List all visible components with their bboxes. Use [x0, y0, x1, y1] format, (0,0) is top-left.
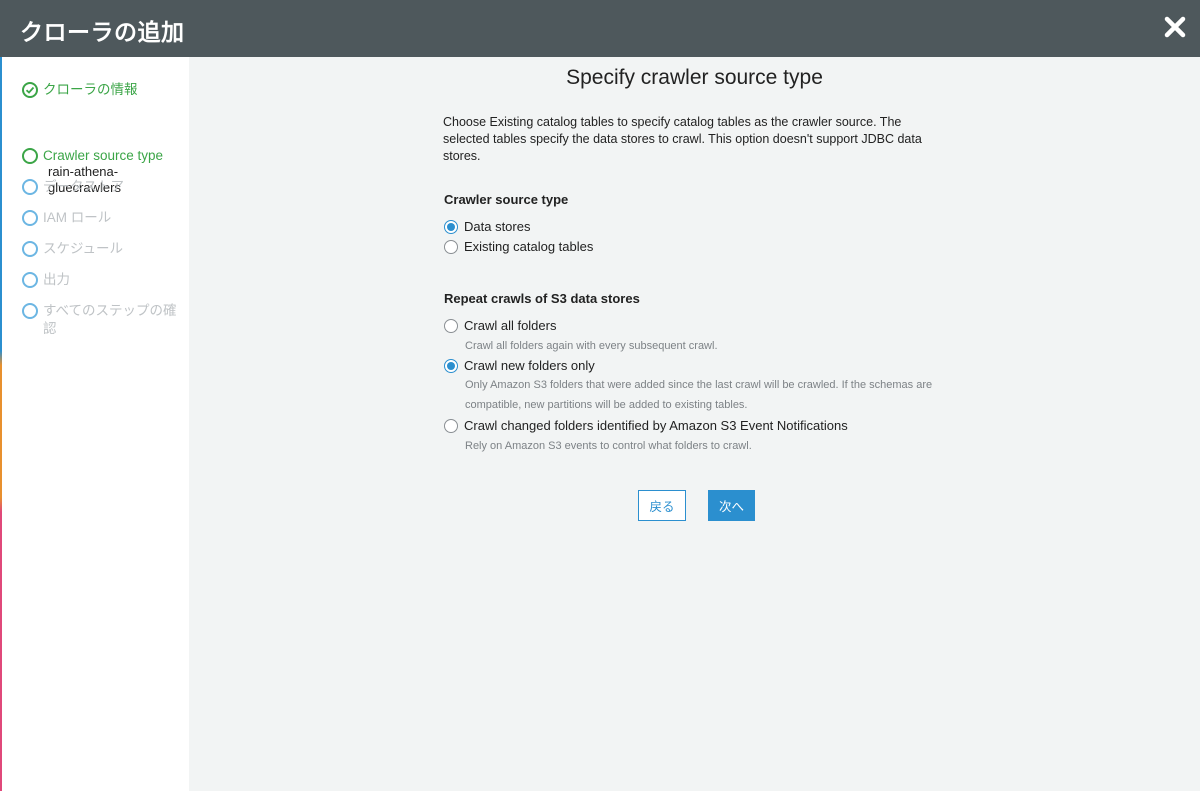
check-circle-icon — [22, 82, 38, 98]
step-circle-icon — [22, 179, 38, 195]
radio-label: Crawl all folders — [464, 318, 557, 333]
radio-button-checked[interactable] — [444, 219, 458, 234]
step-data-store: データストア — [22, 178, 124, 196]
step-circle-icon — [22, 303, 38, 319]
radio-existing-catalog-tables[interactable]: Existing catalog tables — [444, 239, 593, 254]
step-circle-icon — [22, 148, 38, 164]
radio-data-stores[interactable]: Data stores — [444, 219, 530, 234]
wizard-sidebar: クローラの情報 rain-athena-gluecrawlers Crawler… — [2, 57, 189, 791]
step-circle-icon — [22, 210, 38, 226]
radio-label: Data stores — [464, 219, 531, 234]
step-crawler-source-type[interactable]: Crawler source type — [22, 147, 163, 165]
radio-crawl-all-folders[interactable]: Crawl all folders — [444, 318, 556, 333]
step-label: スケジュール — [43, 241, 124, 256]
radio-crawl-changed-folders[interactable]: Crawl changed folders identified by Amaz… — [444, 418, 848, 433]
radio-button-checked[interactable] — [444, 358, 458, 373]
close-icon[interactable] — [1164, 14, 1186, 40]
radio-crawl-new-folders-only[interactable]: Crawl new folders only — [444, 358, 595, 373]
step-label: クローラの情報 — [43, 82, 138, 97]
step-label: Crawler source type — [43, 148, 164, 163]
radio-button[interactable] — [444, 418, 458, 433]
radio-label: Crawl changed folders identified by Amaz… — [464, 418, 848, 433]
radio-button[interactable] — [444, 318, 458, 333]
step-circle-icon — [22, 241, 38, 257]
source-type-heading: Crawler source type — [444, 192, 569, 207]
step-crawler-info[interactable]: クローラの情報 — [22, 81, 138, 99]
modal-header: クローラの追加 — [0, 0, 1200, 57]
radio-label: Crawl new folders only — [464, 358, 595, 373]
radio-hint: Rely on Amazon S3 events to control what… — [465, 440, 752, 452]
page-description: Choose Existing catalog tables to specif… — [443, 115, 922, 163]
next-button[interactable]: 次へ — [708, 490, 755, 521]
radio-hint: Crawl all folders again with every subse… — [465, 340, 718, 352]
radio-hint: Only Amazon S3 folders that were added s… — [465, 379, 933, 411]
step-iam-role: IAM ロール — [22, 209, 111, 227]
radio-label: Existing catalog tables — [464, 239, 594, 254]
repeat-crawls-heading: Repeat crawls of S3 data stores — [444, 291, 640, 306]
step-label: 出力 — [43, 272, 70, 287]
step-review: すべてのステップの確認 — [22, 302, 177, 338]
step-label: IAM ロール — [43, 210, 112, 225]
back-button[interactable]: 戻る — [638, 490, 686, 521]
step-label: すべてのステップの確認 — [43, 303, 177, 336]
step-circle-icon — [22, 272, 38, 288]
radio-button[interactable] — [444, 239, 458, 254]
page-title: Specify crawler source type — [566, 66, 823, 89]
step-output: 出力 — [22, 271, 70, 289]
step-schedule: スケジュール — [22, 240, 123, 258]
modal-title: クローラの追加 — [20, 20, 185, 46]
step-label: データストア — [43, 179, 124, 194]
